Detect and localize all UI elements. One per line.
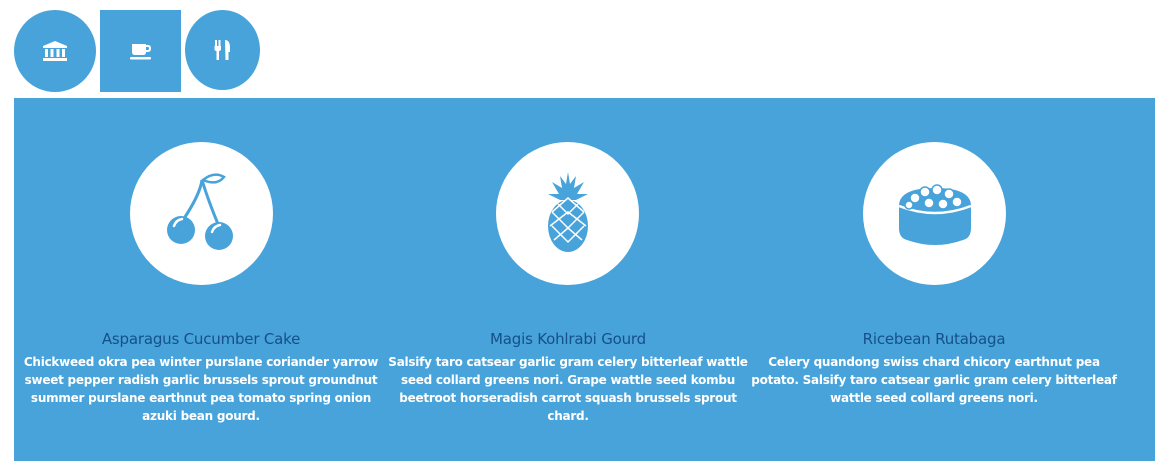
cherries-icon	[162, 172, 242, 256]
pineapple-icon	[544, 170, 592, 258]
features-panel: Asparagus Cucumber Cake Chickweed okra p…	[14, 98, 1155, 461]
coffee-cup-icon	[129, 42, 153, 60]
tab-restaurant[interactable]	[185, 10, 260, 90]
feature-title: Ricebean Rutabaga	[862, 330, 1006, 348]
feature-title: Asparagus Cucumber Cake	[101, 330, 301, 348]
fork-knife-icon	[213, 39, 233, 61]
feature-icon-circle	[496, 142, 639, 285]
feature-description: Chickweed okra pea winter purslane coria…	[23, 355, 379, 423]
feature-icon-circle	[130, 142, 273, 285]
bank-icon	[42, 40, 68, 62]
tab-bar	[14, 10, 274, 92]
feature-description: Celery quandong swiss chard chicory eart…	[751, 355, 1117, 405]
feature-card: Asparagus Cucumber Cake Chickweed okra p…	[21, 98, 381, 461]
tab-coffee[interactable]	[100, 10, 181, 92]
sushi-icon	[893, 176, 977, 252]
feature-card: Ricebean Rutabaga Celery quandong swiss …	[751, 98, 1117, 461]
feature-title: Magis Kohlrabi Gourd	[490, 330, 646, 348]
feature-description: Salsify taro catsear garlic gram celery …	[388, 355, 748, 423]
feature-icon-circle	[863, 142, 1006, 285]
feature-card: Magis Kohlrabi Gourd Salsify taro catsea…	[388, 98, 748, 461]
tab-bank[interactable]	[14, 10, 96, 92]
